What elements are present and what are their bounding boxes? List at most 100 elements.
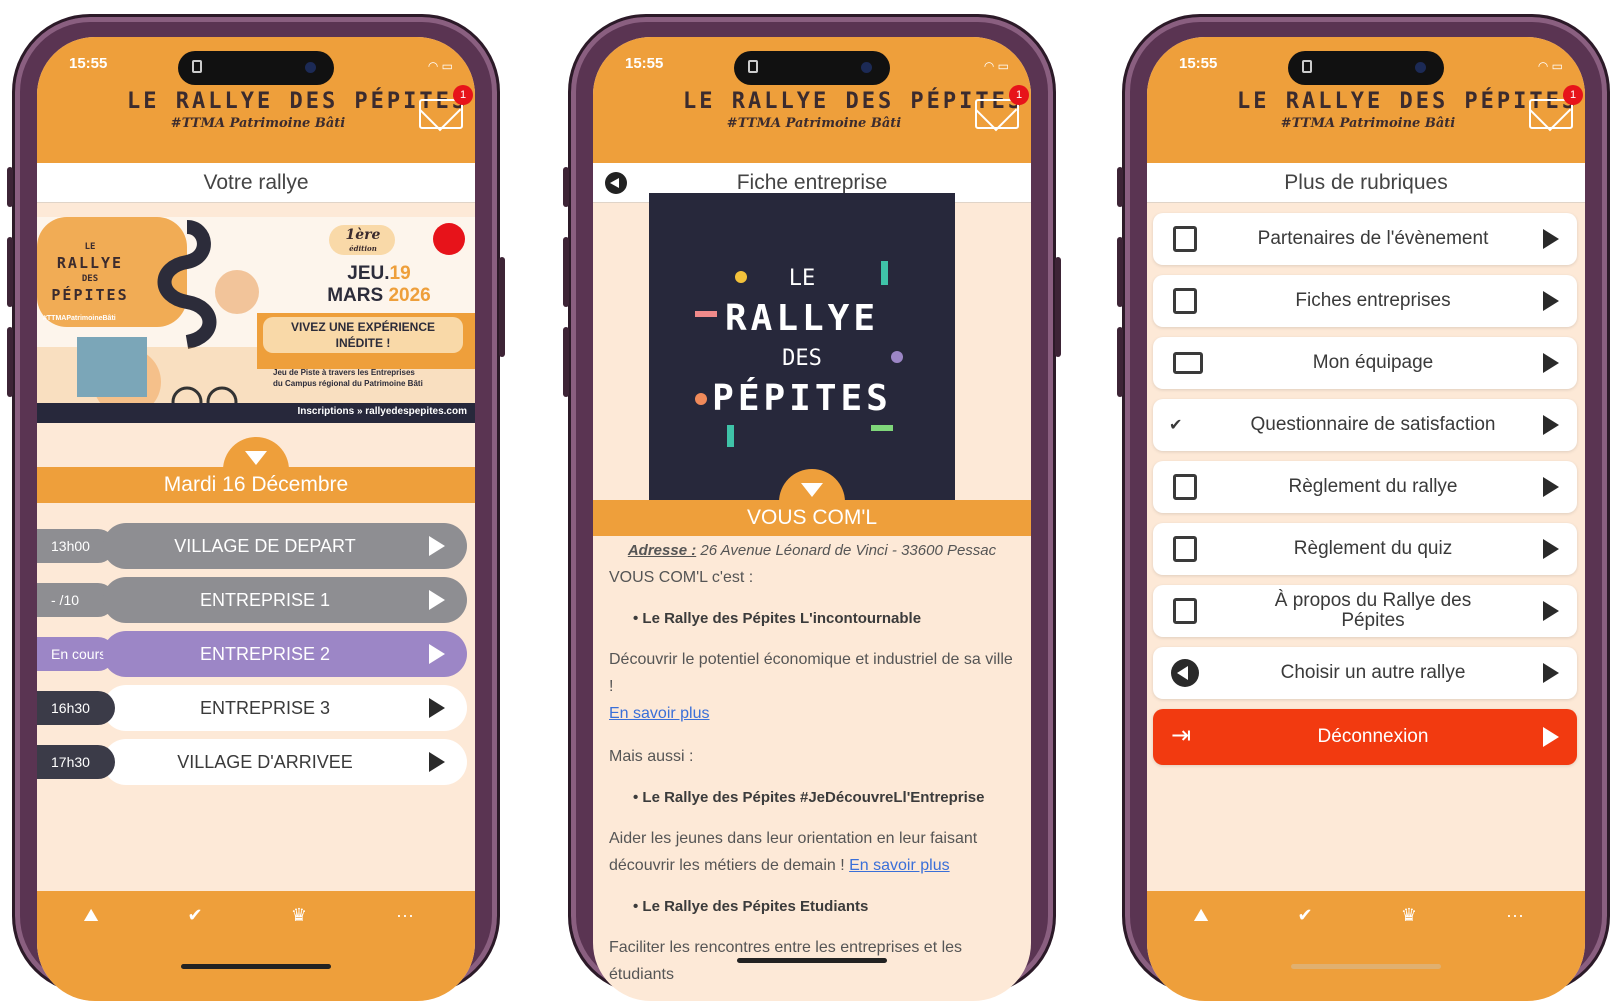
tab-bar: ⛰ ✔ ♛ ··· [1147, 891, 1585, 1001]
mail-icon[interactable]: 1 [975, 85, 1029, 129]
play-icon [1543, 353, 1559, 373]
logo-subtitle: #TTMA Patrimoine Bâti [726, 116, 902, 131]
paragraph: Découvrir le potentiel économique et ind… [609, 651, 1013, 722]
app-logo: LE RALLYE DES PÉPITES #TTMA Patrimoine B… [127, 89, 469, 131]
stage-row[interactable]: 17h30 VILLAGE D'ARRIVEE [37, 739, 475, 785]
wifi-battery-icon: ◠ ▭ [427, 59, 453, 73]
banner-inscription: Inscriptions » rallyedespepites.com [297, 406, 467, 417]
stage-button[interactable]: VILLAGE DE DEPART [103, 523, 467, 569]
lock-icon [1302, 60, 1312, 73]
menu-item-rally-rules[interactable]: Règlement du rallye [1153, 461, 1577, 513]
play-icon [1543, 291, 1559, 311]
mail-icon[interactable]: 1 [419, 85, 473, 129]
logo-title: LE RALLYE DES PÉPITES [683, 89, 1025, 114]
stage-row[interactable]: - /10 ENTREPRISE 1 [37, 577, 475, 623]
menu-item-choose-rally[interactable]: Choisir un autre rallye [1153, 647, 1577, 699]
document-icon [1173, 598, 1197, 624]
banner-tagline: VIVEZ UNE EXPÉRIENCE INÉDITE ! [263, 317, 463, 353]
play-icon [1543, 727, 1559, 747]
logo-text: LE RALLYE DES PÉPITES [712, 266, 892, 419]
company-description: Adresse : 26 Avenue Léonard de Vinci - 3… [609, 537, 1015, 988]
tab-survey-icon[interactable]: ✔ [175, 905, 215, 926]
logo-title: LE RALLYE DES PÉPITES [1237, 89, 1579, 114]
wifi-battery-icon: ◠ ▭ [983, 59, 1009, 73]
menu-item-partners[interactable]: Partenaires de l'évènement [1153, 213, 1577, 265]
phone-plus-de-rubriques: 15:55 ◠ ▭ LE RALLYE DES PÉPITES #TTMA Pa… [1117, 14, 1610, 1001]
banner-hashtag: #TTMAPatrimoineBâti [43, 315, 116, 322]
home-indicator [1291, 964, 1441, 969]
status-time: 15:55 [625, 55, 664, 72]
camera-icon [305, 62, 316, 73]
banner-description: Jeu de Piste à travers les Entreprises du… [273, 368, 423, 388]
intro-text: VOUS COM'L c'est : [609, 569, 754, 586]
home-indicator [737, 958, 887, 963]
tab-more-icon[interactable]: ··· [385, 905, 425, 926]
tab-more-icon[interactable]: ··· [1495, 905, 1535, 926]
tab-podium-icon[interactable]: ♛ [1389, 905, 1429, 926]
learn-more-link[interactable]: En savoir plus [609, 705, 710, 722]
app-header: 15:55 ◠ ▭ LE RALLYE DES PÉPITES #TTMA Pa… [37, 37, 475, 163]
bullet-item: • Le Rallye des Pépites L'incontournable [633, 610, 922, 627]
stage-row[interactable]: 16h30 ENTREPRISE 3 [37, 685, 475, 731]
logo-subtitle: #TTMA Patrimoine Bâti [1280, 116, 1456, 131]
wifi-battery-icon: ◠ ▭ [1537, 59, 1563, 73]
back-icon[interactable] [605, 172, 627, 194]
status-time: 15:55 [69, 55, 108, 72]
back-circle-icon [1171, 659, 1199, 687]
menu-item-crew[interactable]: Mon équipage [1153, 337, 1577, 389]
stage-row[interactable]: En cours ENTREPRISE 2 [37, 631, 475, 677]
id-card-icon [1173, 352, 1203, 374]
company-address: Adresse : 26 Avenue Léonard de Vinci - 3… [627, 542, 997, 559]
play-icon [1543, 663, 1559, 683]
menu-item-quiz-rules[interactable]: Règlement du quiz [1153, 523, 1577, 575]
play-icon [1543, 539, 1559, 559]
stage-time: 17h30 [37, 745, 115, 779]
lock-icon [748, 60, 758, 73]
menu-item-survey[interactable]: ✔ Questionnaire de satisfaction [1153, 399, 1577, 451]
notification-badge: 1 [1563, 85, 1583, 105]
play-icon [1543, 229, 1559, 249]
dynamic-island [1288, 51, 1444, 85]
dynamic-island [734, 51, 890, 85]
document-icon [1173, 536, 1197, 562]
logo-title: LE RALLYE DES PÉPITES [127, 89, 469, 114]
play-icon [429, 698, 445, 718]
document-icon [1173, 474, 1197, 500]
also-text: Mais aussi : [609, 748, 694, 765]
page-title: Votre rallye [37, 163, 475, 203]
document-icon [1173, 226, 1197, 252]
app-header: 15:55 ◠ ▭ LE RALLYE DES PÉPITES #TTMA Pa… [1147, 37, 1585, 163]
event-banner[interactable]: LE RALLYE DES PÉPITES #TTMAPatrimoineBât… [37, 217, 475, 423]
play-icon [1543, 601, 1559, 621]
stage-button[interactable]: ENTREPRISE 2 [103, 631, 467, 677]
survey-icon: ✔ [1169, 417, 1183, 434]
logout-button[interactable]: ⇥ Déconnexion [1153, 709, 1577, 765]
bullet-item: • Le Rallye des Pépites Etudiants [633, 898, 869, 915]
stage-button[interactable]: ENTREPRISE 1 [103, 577, 467, 623]
play-icon [429, 644, 445, 664]
learn-more-link[interactable]: En savoir plus [849, 857, 950, 874]
play-icon [1543, 415, 1559, 435]
play-icon [429, 536, 445, 556]
stage-row[interactable]: 13h00 VILLAGE DE DEPART [37, 523, 475, 569]
tab-survey-icon[interactable]: ✔ [1285, 905, 1325, 926]
page-title: Plus de rubriques [1147, 163, 1585, 203]
company-name: VOUS COM'L [593, 500, 1031, 536]
logo-subtitle: #TTMA Patrimoine Bâti [170, 116, 346, 131]
tab-podium-icon[interactable]: ♛ [279, 905, 319, 926]
play-icon [1543, 477, 1559, 497]
document-icon [1173, 288, 1197, 314]
tab-map-icon[interactable]: ⛰ [1181, 905, 1221, 926]
app-logo: LE RALLYE DES PÉPITES #TTMA Patrimoine B… [1237, 89, 1579, 131]
banner-logo: LE RALLYE DES PÉPITES [51, 242, 129, 304]
menu-item-company-sheets[interactable]: Fiches entreprises [1153, 275, 1577, 327]
mail-icon[interactable]: 1 [1529, 85, 1583, 129]
tab-map-icon[interactable]: ⛰ [71, 905, 111, 926]
stage-button[interactable]: VILLAGE D'ARRIVEE [103, 739, 467, 785]
stage-button[interactable]: ENTREPRISE 3 [103, 685, 467, 731]
screen: 15:55 ◠ ▭ LE RALLYE DES PÉPITES #TTMA Pa… [37, 37, 475, 1001]
menu-item-about[interactable]: À propos du Rallye des Pépites [1153, 585, 1577, 637]
notification-badge: 1 [1009, 85, 1029, 105]
banner-date: JEU.19 MARS 2026 [327, 263, 431, 306]
notification-badge: 1 [453, 85, 473, 105]
